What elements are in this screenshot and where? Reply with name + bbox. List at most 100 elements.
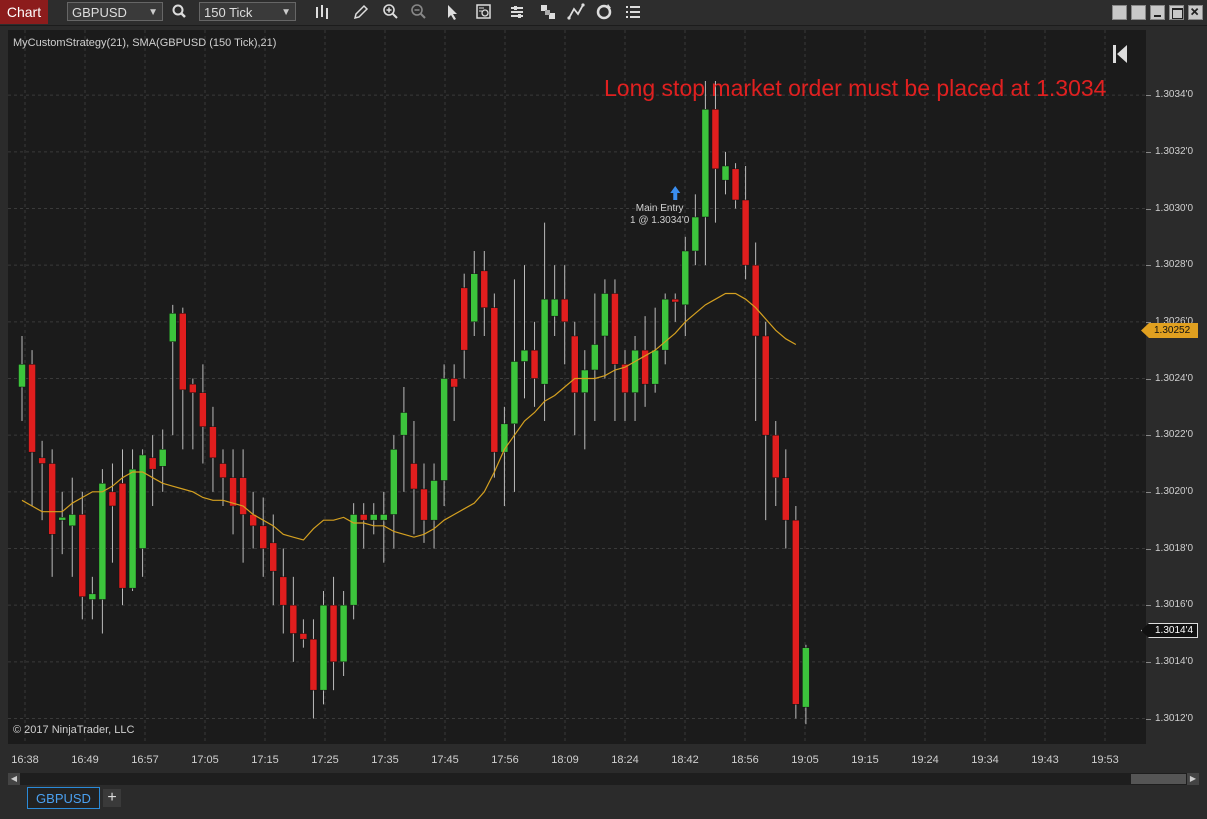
time-tick-label: 17:56 [491, 754, 519, 766]
candle-body [611, 293, 619, 365]
candle-body [601, 293, 609, 337]
time-tick-label: 19:34 [971, 754, 999, 766]
last-price-badge: 1.3014'4 [1141, 623, 1198, 638]
candle-body [209, 426, 217, 459]
entry-label: Main Entry 1 @ 1.3034'0 [630, 203, 689, 227]
time-tick-label: 16:49 [71, 754, 99, 766]
candle-body [380, 514, 388, 521]
minimize-button[interactable] [1150, 5, 1165, 20]
maximize-button[interactable] [1169, 5, 1184, 20]
candle-body [500, 423, 509, 453]
price-tick-mark [1146, 491, 1151, 493]
candle-body [390, 449, 398, 515]
candle-body [450, 378, 458, 388]
sma-value-badge: 1.30252 [1141, 323, 1198, 338]
candle-body [792, 519, 800, 705]
price-tick-label: 1.3020'0 [1155, 485, 1194, 497]
candle-body [550, 298, 559, 317]
price-tick-mark [1146, 605, 1151, 607]
price-tick-label: 1.3016'0 [1155, 599, 1194, 611]
interval-selector-value: 150 Tick [204, 5, 253, 20]
chart-window-tab[interactable]: Chart [0, 0, 48, 24]
time-axis[interactable]: 16:38 16:49 16:57 17:05 17:15 17:25 17:35 17:45… [8, 744, 1146, 772]
chart-title: MyCustomStrategy(21), SMA(GBPUSD (150 Ti… [13, 37, 277, 49]
candle-body [480, 270, 489, 308]
pointer-icon[interactable] [443, 2, 463, 22]
time-tick-label: 18:09 [551, 754, 579, 766]
candle-body [370, 514, 378, 521]
horizontal-scrollbar[interactable]: ◀ ▶ [8, 773, 1199, 785]
reload-icon[interactable] [594, 2, 614, 22]
candle-body [701, 109, 710, 218]
price-tick-label: 1.3032'0 [1155, 145, 1194, 157]
scroll-right-icon[interactable]: ▶ [1187, 773, 1199, 785]
candle-body [420, 488, 428, 521]
time-tick-label: 17:45 [431, 754, 459, 766]
time-tick-label: 17:25 [311, 754, 339, 766]
back-to-start-icon[interactable] [1111, 44, 1131, 64]
candle-body [510, 361, 519, 425]
data-box-icon[interactable] [474, 2, 494, 22]
tab-gbpusd[interactable]: GBPUSD [27, 787, 100, 809]
candle-body [400, 412, 408, 436]
pencil-icon[interactable] [351, 2, 371, 22]
search-icon[interactable] [170, 2, 190, 22]
candle-body [721, 165, 730, 181]
chart-plot-area[interactable] [8, 30, 1146, 744]
zoom-out-icon[interactable] [409, 2, 429, 22]
price-tick-mark [1146, 661, 1151, 663]
time-tick-label: 18:56 [731, 754, 759, 766]
properties-icon[interactable] [623, 2, 643, 22]
close-button[interactable] [1188, 5, 1203, 20]
price-tick-label: 1.3014'0 [1155, 655, 1194, 667]
candle-body [711, 109, 720, 170]
zoom-in-icon[interactable] [381, 2, 401, 22]
instrument-selector-value: GBPUSD [72, 5, 127, 20]
time-tick-label: 17:35 [371, 754, 399, 766]
add-tab-icon[interactable]: + [103, 789, 121, 807]
candle-body [148, 457, 157, 470]
instrument-selector[interactable]: GBPUSD ▼ [67, 2, 163, 21]
bar-type-icon[interactable] [313, 2, 333, 22]
time-tick-label: 19:05 [791, 754, 819, 766]
window-icon-2[interactable] [1131, 5, 1146, 20]
scrollbar-thumb[interactable] [1131, 774, 1186, 784]
candle-body [239, 477, 247, 515]
candle-body [410, 463, 418, 490]
interval-selector[interactable]: 150 Tick ▼ [199, 2, 296, 21]
candle-body [671, 298, 679, 303]
candle-body [530, 349, 539, 379]
candle-body [691, 216, 700, 252]
indicators-icon[interactable] [538, 2, 558, 22]
time-tick-label: 19:24 [911, 754, 939, 766]
candle-body [661, 298, 669, 351]
price-tick-label: 1.3022'0 [1155, 429, 1194, 441]
price-tick-mark [1146, 718, 1151, 720]
time-tick-label: 18:24 [611, 754, 639, 766]
copyright-text: © 2017 NinjaTrader, LLC [13, 724, 135, 736]
candle-body [651, 349, 659, 385]
entry-arrow-icon [670, 186, 681, 200]
price-tick-label: 1.3012'0 [1155, 712, 1194, 724]
candle-body [18, 364, 26, 388]
candle-body [88, 593, 97, 600]
candle-body [359, 514, 368, 521]
candle-body [782, 477, 790, 521]
price-tick-mark [1146, 435, 1151, 437]
candle-body [259, 525, 267, 549]
strategies-icon[interactable] [508, 2, 528, 22]
candle-body [681, 250, 690, 306]
time-tick-label: 16:57 [131, 754, 159, 766]
window-icon-1[interactable] [1112, 5, 1127, 20]
price-tick-mark [1146, 548, 1151, 550]
candle-body [560, 298, 569, 323]
drawing-tools-icon[interactable] [566, 2, 586, 22]
candle-body [279, 576, 288, 606]
candle-body [490, 307, 499, 453]
scroll-left-icon[interactable]: ◀ [8, 773, 20, 785]
candle-body [621, 364, 629, 393]
candle-body [761, 335, 770, 436]
candle-body [631, 349, 639, 393]
candle-body [269, 542, 277, 572]
candle-body [48, 463, 56, 535]
